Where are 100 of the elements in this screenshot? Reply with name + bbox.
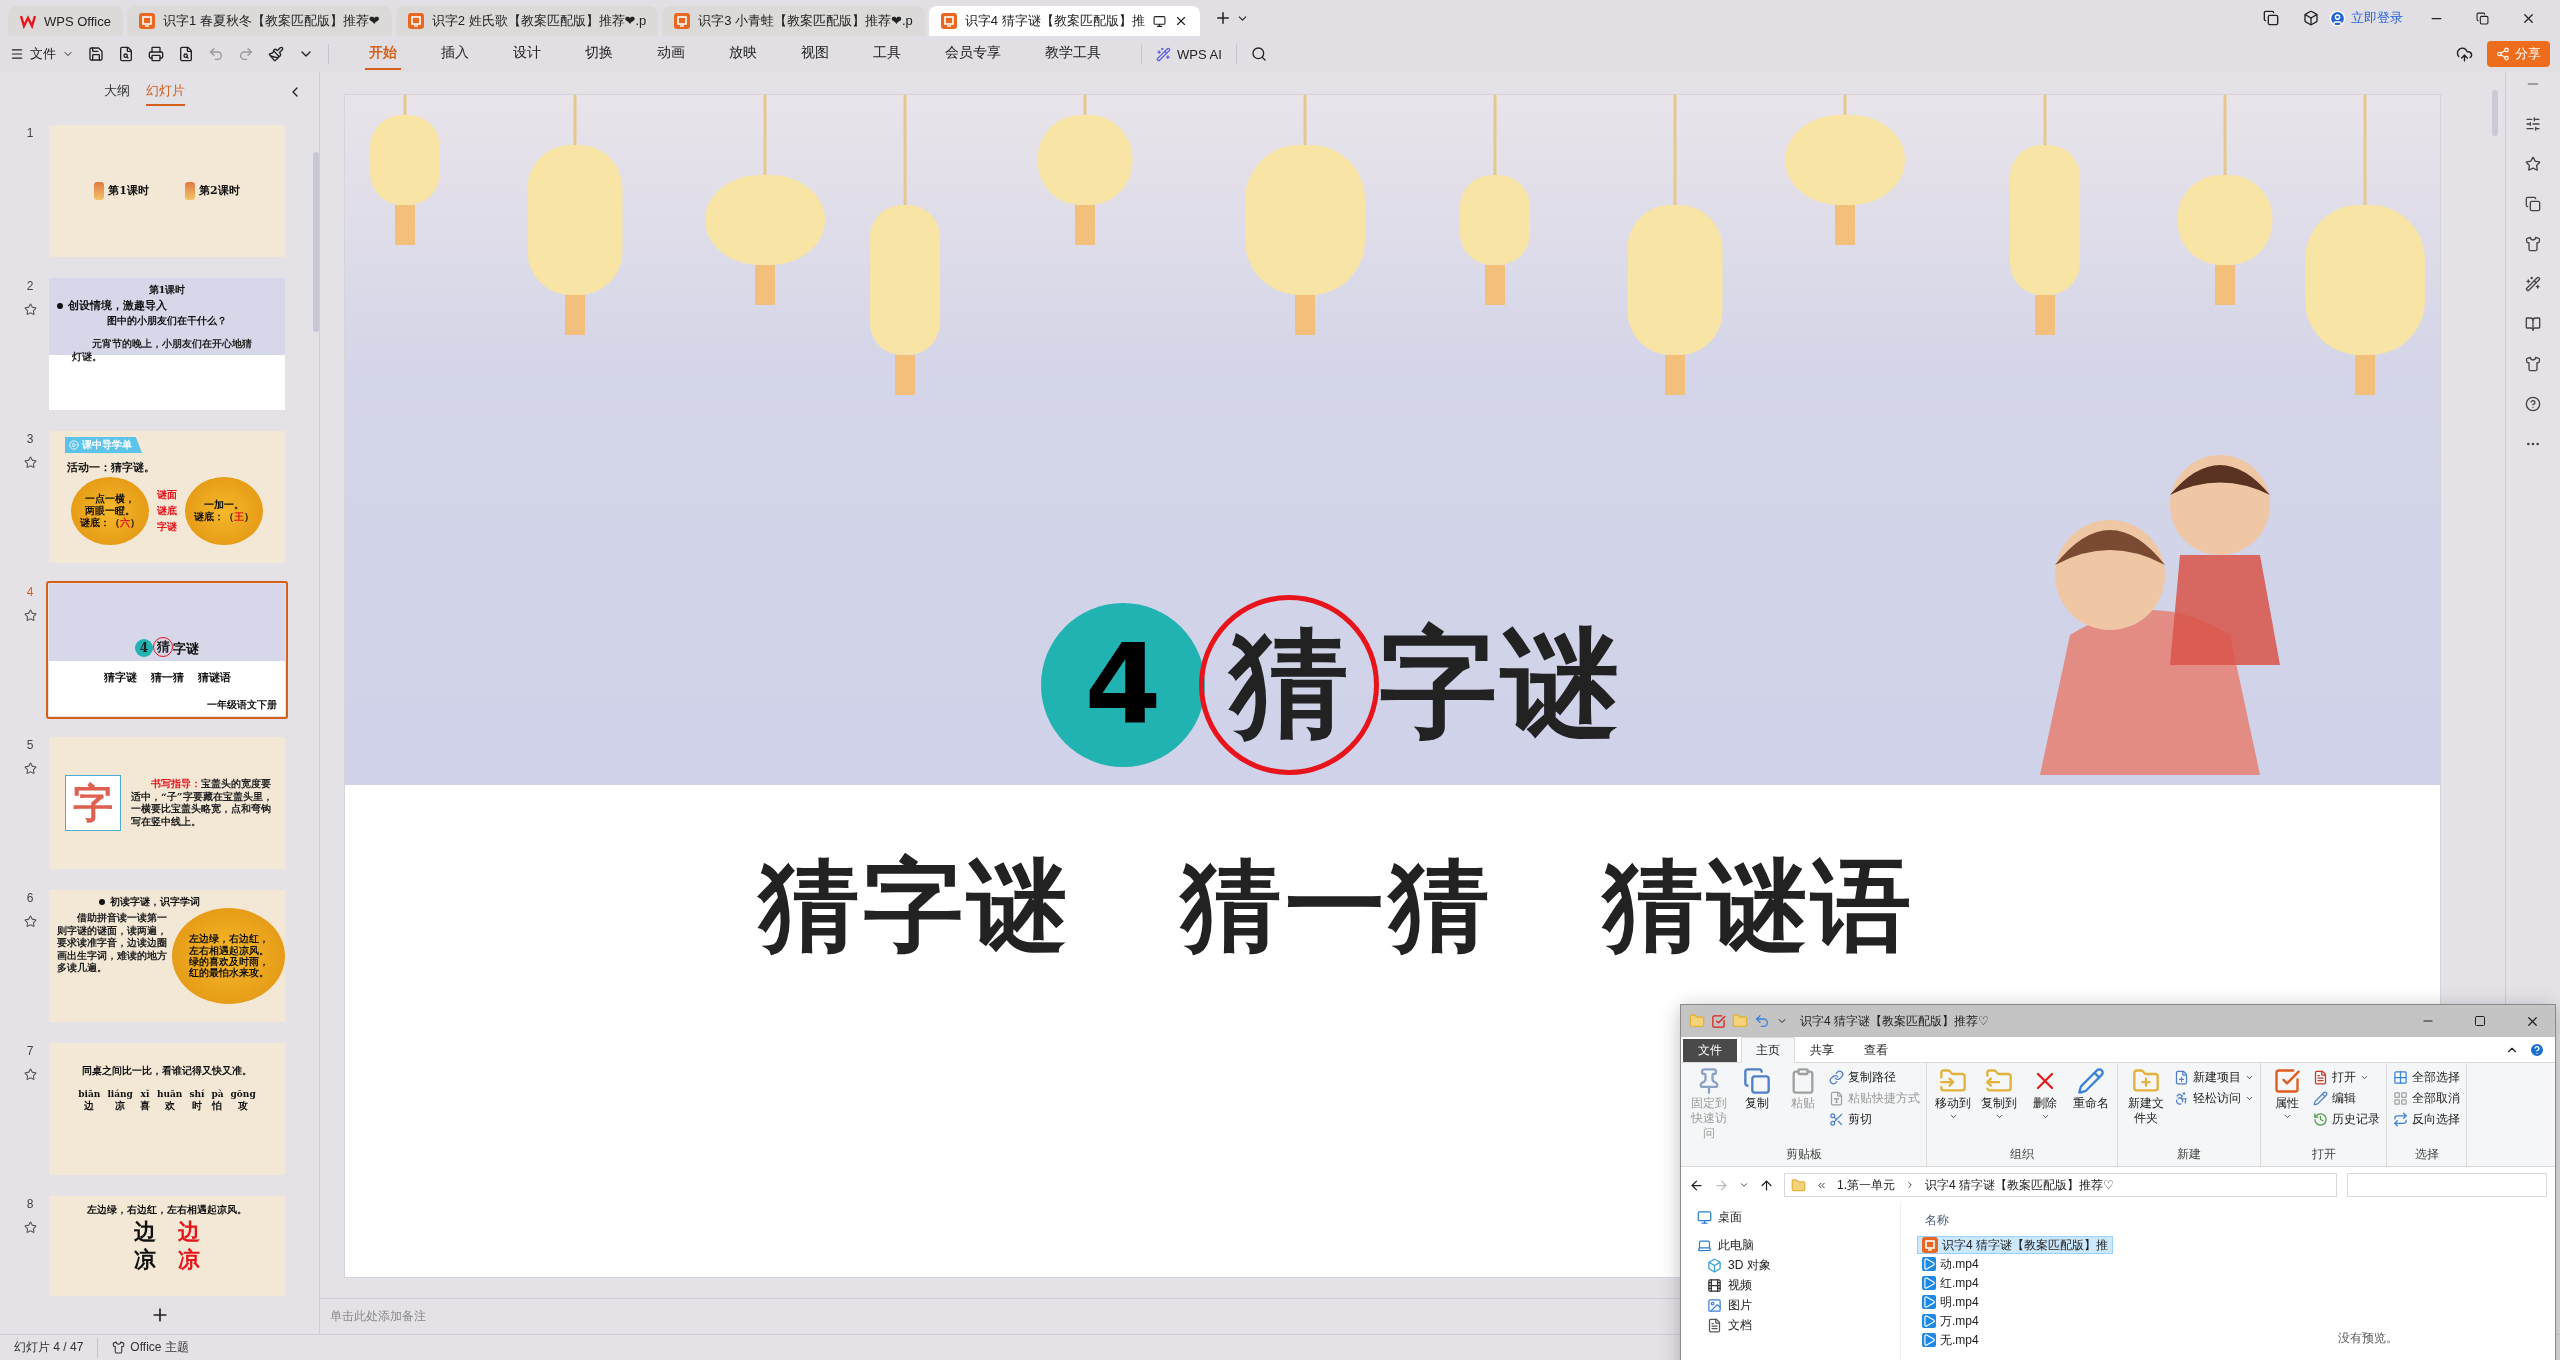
ribbon-button[interactable]: 移动到	[1933, 1067, 1973, 1146]
presentation-icon	[407, 13, 424, 29]
search-icon[interactable]	[1250, 46, 1267, 62]
ribbon-tab[interactable]: 查看	[1849, 1037, 1903, 1063]
ribbon-button[interactable]: 复制	[1737, 1067, 1777, 1146]
nav-item[interactable]: 视频	[1697, 1277, 1900, 1294]
file-item[interactable]: 无.mp4	[1917, 1331, 1984, 1349]
slide-thumbnail[interactable]: 课中导学单 活动一：猜字谜。 一点一横， 两眼一瞪。 谜底：（六） 谜面 谜底 字谜 一加一。 谜底：（王）	[46, 428, 288, 566]
slide-subtitle: 猜一猜	[150, 670, 184, 684]
print-preview-icon[interactable]	[178, 46, 194, 62]
ribbon-button[interactable]: 剪切	[1829, 1111, 1920, 1128]
breadcrumb[interactable]: 1.第一单元	[1837, 1176, 1895, 1194]
file-item[interactable]: 识字4 猜字谜【教案匹配版】推	[1917, 1236, 2113, 1254]
ribbon-button[interactable]: 新建文件夹	[2124, 1067, 2168, 1146]
shirt-icon[interactable]	[2525, 356, 2541, 372]
ribbon-tab[interactable]: 共享	[1795, 1037, 1849, 1063]
windows-icon[interactable]	[2263, 10, 2279, 26]
slide-thumbnail[interactable]: 左边绿，右边红，左右相遇起凉风。 边 边 凉 凉	[46, 1193, 288, 1296]
search-field[interactable]	[2347, 1173, 2547, 1197]
ribbon-tab[interactable]: 工具	[869, 38, 905, 70]
ribbon-tab[interactable]: 放映	[725, 38, 761, 70]
file-item[interactable]: 明.mp4	[1917, 1293, 1984, 1311]
scrollbar-thumb[interactable]	[313, 152, 319, 332]
arrows-icon	[2393, 1112, 2408, 1127]
ribbon-tab[interactable]: 教学工具	[1041, 38, 1105, 70]
ai-button[interactable]: WPS AI	[1156, 46, 1222, 62]
breadcrumb[interactable]: 识字4 猜字谜【教案匹配版】推荐♡	[1925, 1176, 2114, 1194]
file-menu-button[interactable]: 文件	[10, 45, 74, 63]
ribbon-button[interactable]: 复制路径	[1829, 1069, 1920, 1086]
ribbon-button[interactable]: 复制到	[1979, 1067, 2019, 1146]
nav-item[interactable]: 3D 对象	[1697, 1257, 1900, 1274]
group-label: 打开	[2310, 1146, 2337, 1163]
ribbon-button[interactable]: 删除	[2025, 1067, 2065, 1146]
login-link[interactable]: 立即登录	[2329, 9, 2403, 27]
document-tab[interactable]: WPS Office	[8, 6, 123, 36]
nav-item[interactable]: 此电脑	[1697, 1237, 1900, 1254]
column-header[interactable]: 名称	[1917, 1209, 1949, 1231]
checkbox-icon[interactable]	[1711, 1013, 1726, 1029]
ribbon-tab[interactable]: 动画	[653, 38, 689, 70]
cube-icon[interactable]	[2303, 10, 2319, 26]
file-item[interactable]: 动.mp4	[1917, 1255, 1984, 1273]
slide-thumbnail[interactable]: 同桌之间比一比，看谁记得又快又准。 biān 边 liáng 凉 xǐ 喜 huān 欢 shí 时 pà 怕 gōng 攻	[46, 1040, 288, 1178]
ribbon-tab[interactable]: 主页	[1741, 1037, 1795, 1063]
ribbon-tab[interactable]: 切换	[581, 38, 617, 70]
help-icon[interactable]	[2525, 396, 2541, 412]
shirt-icon[interactable]	[2525, 236, 2541, 252]
slide-question: 图中的小朋友们在干什么？	[107, 315, 227, 328]
file-item[interactable]: 红.mp4	[1917, 1274, 1984, 1292]
nav-item[interactable]: 图片	[1697, 1297, 1900, 1314]
back-icon[interactable]	[1689, 1177, 1704, 1193]
character-text: 凉	[178, 1246, 200, 1273]
nav-item[interactable]: 桌面	[1697, 1209, 1900, 1226]
address-field[interactable]: 1.第一单元 识字4 猜字谜【教案匹配版】推荐♡	[1784, 1173, 2337, 1197]
document-tab[interactable]: 识字1 春夏秋冬【教案匹配版】推荐❤	[126, 6, 392, 36]
ribbon-button[interactable]: 轻松访问	[2174, 1090, 2254, 1107]
ribbon-button[interactable]: 新建项目	[2174, 1069, 2254, 1086]
ribbon-tab[interactable]: 文件	[1683, 1039, 1737, 1062]
document-tab[interactable]: 识字4 猜字谜【教案匹配版】推	[928, 6, 1200, 36]
ribbon-tab[interactable]: 插入	[437, 38, 473, 70]
brush-icon[interactable]	[268, 46, 284, 62]
slide-thumbnail[interactable]: 4 猜 字谜 猜字谜 猜一猜 猜谜语 一年级语文下册	[46, 581, 288, 719]
file-item[interactable]: 万.mp4	[1917, 1312, 1984, 1330]
cloud-upload-icon[interactable]	[2456, 45, 2473, 63]
panel-tab[interactable]: 大纲	[104, 78, 130, 106]
up-icon[interactable]	[1759, 1177, 1774, 1193]
slide-paragraph: 元宵节的晚上，小朋友们在开心地猜灯谜。	[72, 338, 254, 364]
restore-icon[interactable]	[2476, 11, 2489, 25]
slide-thumbnail[interactable]: 第1课时 创设情境，激趣导入 图中的小朋友们在干什么？ 元宵节的晚上，小朋友们在开心地猜灯谜。	[46, 275, 288, 413]
ribbon-button[interactable]: 历史记录	[2313, 1111, 2380, 1128]
slide-thumbnail[interactable]: 第1课时 第2课时	[46, 122, 288, 260]
ribbon-tab[interactable]: 视图	[797, 38, 833, 70]
slide-thumbnail[interactable]: 字 书写指导：宝盖头的宽度要适中，“子”字要藏在宝盖头里，一横要比宝盖头略宽，点和弯钩写在竖中线上。	[46, 734, 288, 872]
ribbon-tab[interactable]: 会员专享	[941, 38, 1005, 70]
ribbon-tab[interactable]: 设计	[509, 38, 545, 70]
star-icon[interactable]	[2525, 156, 2541, 172]
person-icon	[2174, 1091, 2189, 1106]
ribbon-button[interactable]: 打开	[2313, 1069, 2380, 1086]
book-icon[interactable]	[2525, 316, 2541, 332]
character-text: 攻	[238, 1099, 249, 1112]
print-icon[interactable]	[148, 46, 164, 62]
ribbon-button[interactable]: 全部取消	[2393, 1090, 2460, 1107]
theme-button[interactable]: Office 主题	[112, 1339, 189, 1356]
ribbon-button[interactable]: 反向选择	[2393, 1111, 2460, 1128]
ribbon-button[interactable]: 全部选择	[2393, 1069, 2460, 1086]
ribbon-button[interactable]: 属性	[2267, 1067, 2307, 1146]
sliders-icon[interactable]	[2525, 116, 2541, 132]
nav-item[interactable]: 文档	[1697, 1317, 1900, 1334]
lantern-icon	[185, 182, 195, 200]
document-tab[interactable]: 识字3 小青蛙【教案匹配版】推荐❤.p	[662, 6, 925, 36]
file-search-icon[interactable]	[118, 46, 134, 62]
ribbon-button[interactable]: 重命名	[2071, 1067, 2111, 1146]
wand-icon[interactable]	[2525, 276, 2541, 292]
save-icon[interactable]	[88, 46, 104, 62]
slide-number: 8	[26, 1197, 34, 1211]
document-tab[interactable]: 识字2 姓氏歌【教案匹配版】推荐❤.p	[395, 6, 659, 36]
slide-thumbnail[interactable]: 初读字谜，识字学词 借助拼音读一读第一则字谜的谜面，读两遍，要求读准字音，边读边圈画出生字词，难读的地方多读几遍。 左边绿，右边红， 左右相遇起凉风。 绿的喜欢及时雨， 红的最怕水来攻。	[46, 887, 288, 1025]
ribbon-button[interactable]: 编辑	[2313, 1090, 2380, 1107]
copy-icon[interactable]	[2525, 196, 2541, 212]
presentation-icon	[674, 13, 691, 29]
number-circle: 4	[135, 638, 153, 657]
